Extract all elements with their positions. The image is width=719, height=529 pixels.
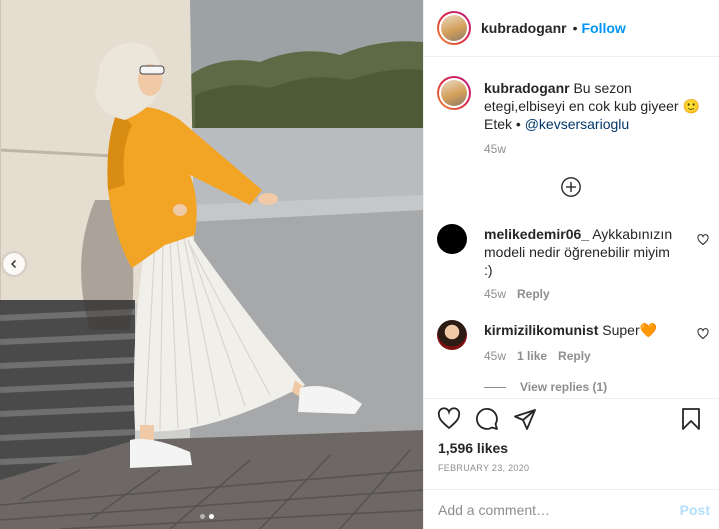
carousel-dot-active bbox=[209, 514, 214, 519]
heart-icon[interactable] bbox=[697, 328, 709, 340]
caption-time[interactable]: 45w bbox=[484, 142, 506, 156]
action-icon-row bbox=[437, 407, 537, 431]
comment-meta: 45w 1 like Reply bbox=[484, 349, 591, 363]
follow-button[interactable]: Follow bbox=[581, 20, 625, 36]
replies-divider bbox=[484, 386, 506, 388]
comment-input[interactable] bbox=[438, 501, 680, 518]
post-date[interactable]: February 23, 2020 bbox=[438, 463, 529, 473]
caption-avatar[interactable] bbox=[437, 76, 471, 110]
comment-username[interactable]: kirmizilikomunist bbox=[484, 322, 598, 338]
comment-time[interactable]: 45w bbox=[484, 287, 506, 301]
separator-dot: • bbox=[572, 20, 578, 36]
previous-image-button[interactable] bbox=[3, 253, 25, 275]
post-photo[interactable] bbox=[0, 0, 423, 529]
caption-text: kubradoganr Bu sezon etegi,elbiseyi en c… bbox=[484, 79, 706, 133]
reply-button[interactable]: Reply bbox=[558, 349, 591, 363]
caption-mention[interactable]: @kevsersarioglu bbox=[525, 116, 629, 132]
likes-count[interactable]: 1,596 likes bbox=[438, 440, 508, 456]
add-comment-bar: Post bbox=[424, 489, 719, 529]
reply-button[interactable]: Reply bbox=[517, 287, 550, 301]
comment-meta: 45w Reply bbox=[484, 287, 550, 301]
comment-likes[interactable]: 1 like bbox=[517, 349, 547, 363]
heart-icon[interactable] bbox=[697, 234, 709, 246]
comments-section[interactable]: kubradoganr Bu sezon etegi,elbiseyi en c… bbox=[424, 58, 719, 398]
carousel-dot bbox=[200, 514, 205, 519]
carousel-indicator bbox=[200, 514, 214, 519]
share-icon[interactable] bbox=[513, 407, 537, 431]
comment-item: melikedemir06_ Aykkabınızın modeli nedir… bbox=[437, 224, 709, 301]
comment-time[interactable]: 45w bbox=[484, 349, 506, 363]
commenter-avatar[interactable] bbox=[437, 224, 467, 254]
view-replies-button[interactable]: View replies (1) bbox=[484, 380, 607, 394]
author-avatar[interactable] bbox=[437, 11, 471, 45]
comment-text: melikedemir06_ Aykkabınızın modeli nedir… bbox=[484, 225, 676, 279]
caption-username[interactable]: kubradoganr bbox=[484, 80, 570, 96]
chevron-left-icon bbox=[10, 259, 17, 269]
comment-text: kirmizilikomunist Super🧡 bbox=[484, 321, 676, 339]
view-replies-label: View replies (1) bbox=[520, 380, 608, 394]
comment-body: Super🧡 bbox=[602, 322, 658, 338]
comment-item: kirmizilikomunist Super🧡 45w 1 like Repl… bbox=[437, 320, 709, 370]
heart-icon[interactable] bbox=[437, 407, 461, 431]
post-side-panel: kubradoganr • Follow kubradoganr Bu sezo… bbox=[423, 0, 719, 529]
post-header: kubradoganr • Follow bbox=[424, 0, 719, 57]
comment-icon[interactable] bbox=[475, 407, 499, 431]
post-image bbox=[0, 0, 423, 529]
comment-username[interactable]: melikedemir06_ bbox=[484, 226, 589, 242]
commenter-avatar[interactable] bbox=[437, 320, 467, 350]
add-circle-icon[interactable] bbox=[560, 176, 582, 198]
author-username[interactable]: kubradoganr bbox=[481, 20, 567, 36]
bookmark-icon[interactable] bbox=[679, 407, 703, 431]
post-comment-button[interactable]: Post bbox=[680, 502, 710, 518]
